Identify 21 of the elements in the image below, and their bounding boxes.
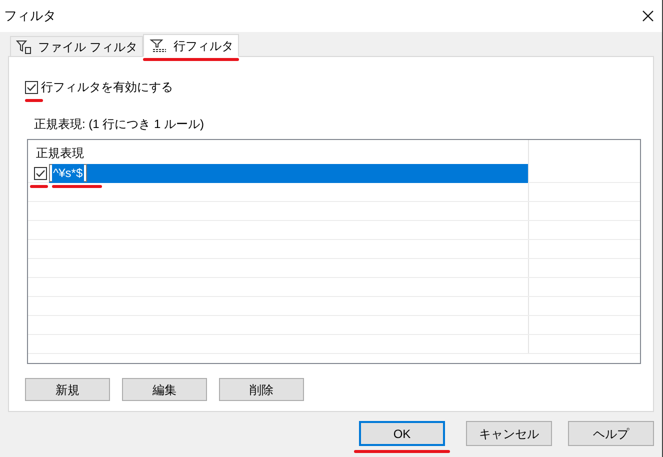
regex-value: ^¥s*$ [49, 164, 87, 182]
checkbox[interactable] [34, 166, 47, 180]
section-label: 正規表現: (1 行につき 1 ルール) [34, 116, 206, 133]
dialog-button[interactable]: OK [359, 421, 445, 446]
checkbox-label: 行フィルタを有効にする [41, 79, 173, 96]
tab[interactable]: 行フィルタ [143, 34, 240, 57]
filter-file-icon [16, 40, 32, 54]
checkbox[interactable] [25, 80, 38, 94]
list-action-button[interactable]: 新規 [25, 378, 110, 401]
annotation-underline [25, 99, 43, 102]
dialog-button[interactable]: キャンセル [466, 421, 552, 446]
close-icon[interactable] [642, 10, 654, 22]
list-action-button[interactable]: 編集 [122, 378, 207, 401]
window-title: フィルタ [4, 7, 56, 26]
row-highlight[interactable]: ^¥s*$ [49, 164, 528, 182]
annotation-underline [52, 185, 102, 188]
dialog-button[interactable]: ヘルプ [568, 421, 654, 446]
filter-lines-icon [149, 38, 168, 52]
list-action-button[interactable]: 削除 [219, 378, 304, 401]
annotation-underline [30, 185, 48, 188]
tab[interactable]: ファイル フィルタ [10, 36, 144, 56]
